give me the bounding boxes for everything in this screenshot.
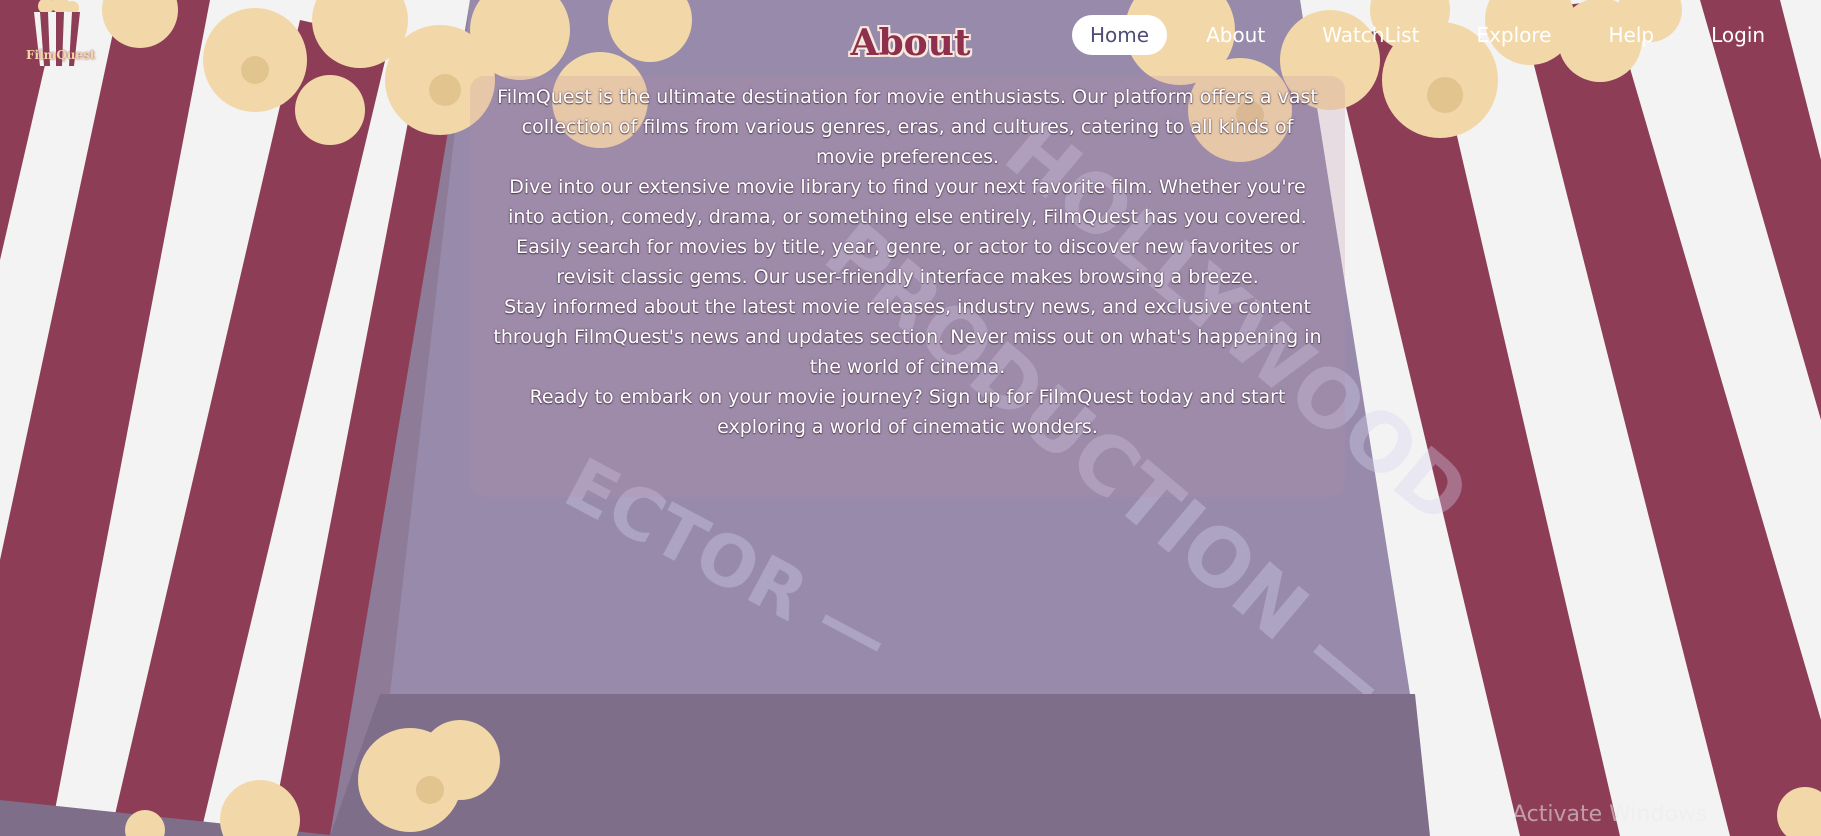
about-paragraph-search: Easily search for movies by title, year,…: [516, 236, 1299, 288]
main-nav: Home About WatchList Explore Help Login: [1072, 14, 1801, 56]
nav-help[interactable]: Help: [1591, 15, 1673, 55]
nav-login[interactable]: Login: [1693, 15, 1783, 55]
nav-home[interactable]: Home: [1072, 15, 1168, 55]
about-paragraph-intro: FilmQuest is the ultimate destination fo…: [497, 86, 1318, 168]
nav-about[interactable]: About: [1188, 15, 1283, 55]
about-paragraph-news: Stay informed about the latest movie rel…: [493, 296, 1322, 378]
activate-windows-watermark: Activate Windows: [1512, 802, 1708, 827]
nav-explore[interactable]: Explore: [1458, 15, 1569, 55]
about-content: FilmQuest is the ultimate destination fo…: [490, 82, 1325, 442]
about-paragraph-library: Dive into our extensive movie library to…: [508, 176, 1307, 228]
about-paragraph-cta: Ready to embark on your movie journey? S…: [529, 386, 1286, 438]
nav-watchlist[interactable]: WatchList: [1304, 15, 1437, 55]
